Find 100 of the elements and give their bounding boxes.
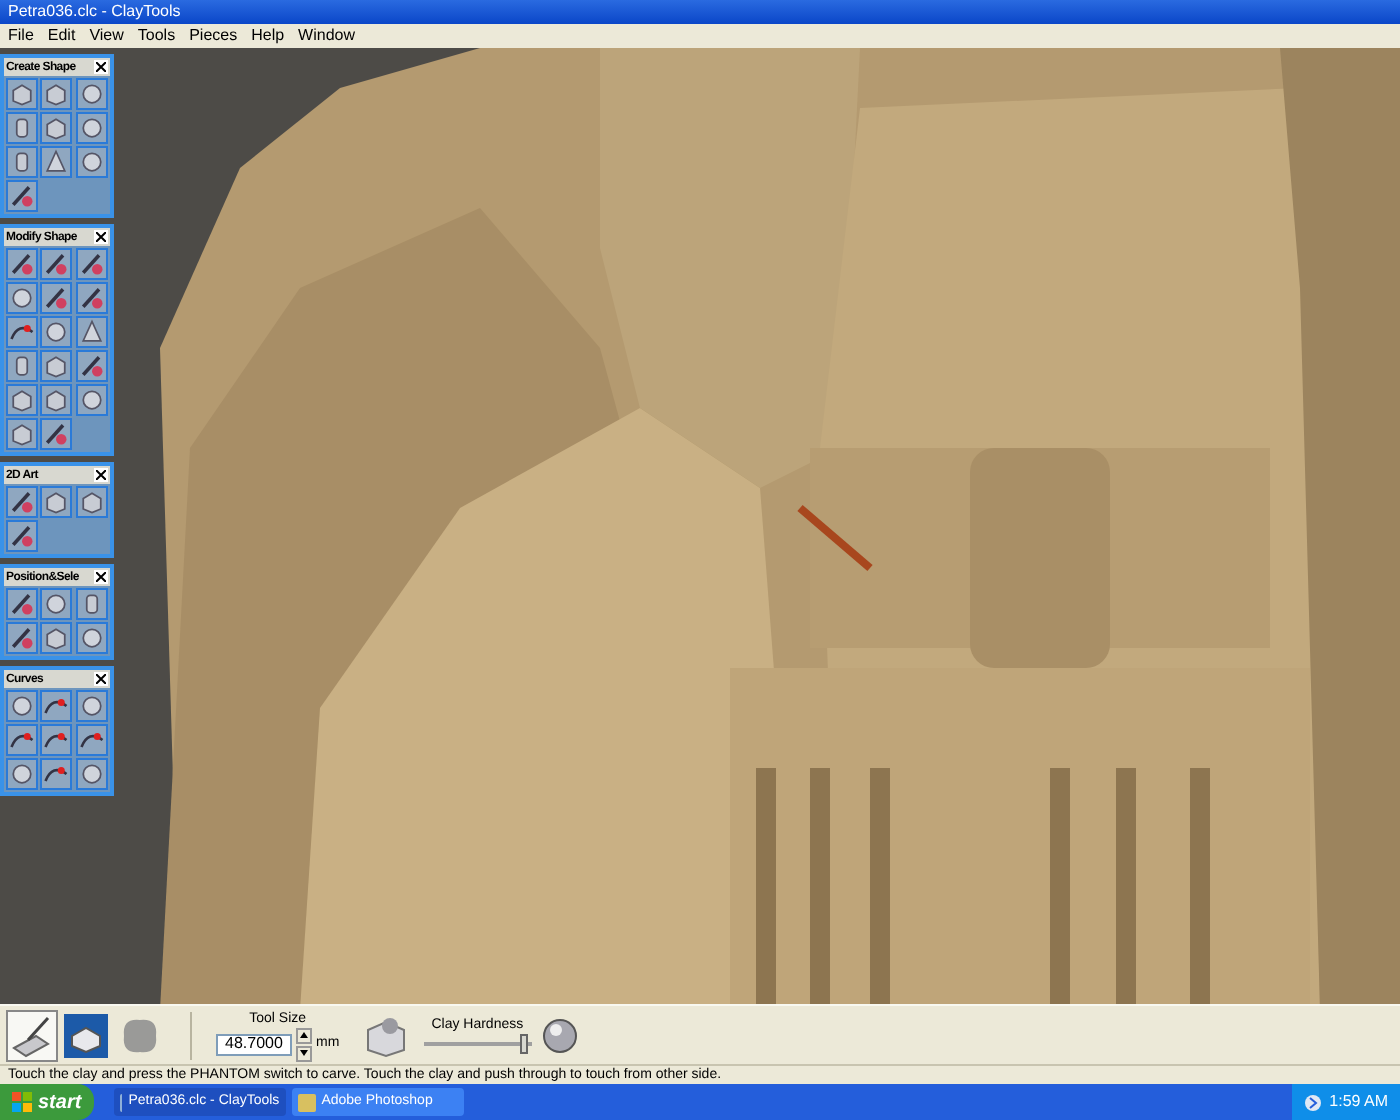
sphere-icon bbox=[8, 692, 36, 720]
cube-icon bbox=[8, 386, 36, 414]
brush-icon bbox=[77, 352, 106, 380]
tool-button[interactable] bbox=[6, 146, 38, 178]
start-button[interactable]: start bbox=[0, 1084, 94, 1120]
clay-hardness-slider[interactable] bbox=[423, 1034, 532, 1054]
tool-button[interactable] bbox=[6, 282, 38, 314]
tool-button[interactable] bbox=[75, 146, 108, 178]
tray-icon bbox=[1303, 1093, 1322, 1111]
sphere-icon bbox=[539, 1015, 580, 1055]
menu-item[interactable]: Edit bbox=[47, 28, 76, 44]
tool-button[interactable] bbox=[75, 486, 108, 518]
mode-button[interactable] bbox=[6, 1009, 58, 1061]
tool-button[interactable] bbox=[6, 180, 38, 212]
brush-icon bbox=[42, 420, 71, 448]
cube-icon bbox=[8, 80, 36, 108]
brush-icon bbox=[8, 182, 36, 210]
tool-button[interactable] bbox=[6, 418, 38, 450]
slider-thumb[interactable] bbox=[520, 1034, 529, 1054]
tool-button[interactable] bbox=[40, 350, 73, 382]
cube-icon bbox=[42, 386, 71, 414]
windows-logo-icon bbox=[12, 1092, 32, 1112]
tool-button[interactable] bbox=[6, 316, 38, 348]
tool-button[interactable] bbox=[40, 146, 73, 178]
sphere-icon bbox=[77, 80, 106, 108]
tool-button[interactable] bbox=[6, 588, 38, 620]
menu-item[interactable]: View bbox=[89, 28, 124, 44]
menu-item[interactable]: File bbox=[8, 28, 34, 44]
tool-button[interactable] bbox=[40, 758, 73, 790]
increment-button[interactable] bbox=[296, 1027, 312, 1043]
tool-button[interactable] bbox=[40, 78, 73, 110]
sphere-icon bbox=[8, 284, 36, 312]
menu-item[interactable]: Help bbox=[251, 28, 285, 44]
decrement-button[interactable] bbox=[296, 1045, 312, 1061]
tool-button[interactable] bbox=[75, 248, 108, 280]
menu-item[interactable]: Window bbox=[298, 28, 355, 44]
tool-button[interactable] bbox=[75, 758, 108, 790]
tool-button[interactable] bbox=[40, 588, 73, 620]
tool-button[interactable] bbox=[75, 78, 108, 110]
close-button[interactable] bbox=[94, 570, 108, 584]
cube-icon bbox=[42, 114, 71, 142]
close-button[interactable] bbox=[94, 672, 108, 686]
tool-button[interactable] bbox=[6, 690, 38, 722]
menu-item[interactable]: Pieces bbox=[189, 28, 238, 44]
sphere-icon bbox=[8, 760, 36, 788]
mode-button[interactable] bbox=[60, 1009, 112, 1061]
tool-button[interactable] bbox=[40, 316, 73, 348]
tool-button[interactable] bbox=[40, 622, 73, 654]
close-icon bbox=[96, 62, 106, 72]
sphere-icon bbox=[77, 114, 106, 142]
sphere-icon bbox=[42, 590, 71, 618]
clock: 1:59 AM bbox=[1329, 1090, 1388, 1114]
tool-button[interactable] bbox=[6, 248, 38, 280]
tool-button[interactable] bbox=[6, 724, 38, 756]
close-icon bbox=[96, 232, 106, 242]
menu-item[interactable]: Tools bbox=[137, 28, 176, 44]
tool-button[interactable] bbox=[6, 78, 38, 110]
tool-button[interactable] bbox=[75, 350, 108, 382]
tool-button[interactable] bbox=[75, 724, 108, 756]
tool-button[interactable] bbox=[75, 622, 108, 654]
brush-icon bbox=[42, 284, 71, 312]
tool-button[interactable] bbox=[40, 282, 73, 314]
tool-button[interactable] bbox=[6, 384, 38, 416]
tool-button[interactable] bbox=[75, 112, 108, 144]
tool-button[interactable] bbox=[40, 248, 73, 280]
tool-button[interactable] bbox=[40, 690, 73, 722]
tool-button[interactable] bbox=[6, 622, 38, 654]
tool-button[interactable] bbox=[6, 112, 38, 144]
tool-button[interactable] bbox=[75, 384, 108, 416]
tool-button[interactable] bbox=[40, 724, 73, 756]
tool-button[interactable] bbox=[40, 112, 73, 144]
cube-icon bbox=[42, 80, 71, 108]
tool-button[interactable] bbox=[40, 384, 73, 416]
tool-button[interactable] bbox=[40, 486, 73, 518]
sphere-icon bbox=[77, 148, 106, 176]
tool-button[interactable] bbox=[6, 350, 38, 382]
tool-button[interactable] bbox=[75, 282, 108, 314]
tool-button[interactable] bbox=[75, 316, 108, 348]
tool-button[interactable] bbox=[6, 486, 38, 518]
cone-icon bbox=[42, 148, 71, 176]
down-arrow-icon bbox=[300, 1050, 308, 1056]
cube-icon bbox=[62, 1011, 110, 1059]
window-title: Petra036.clc - ClayTools bbox=[8, 4, 181, 20]
sphere-icon bbox=[77, 386, 106, 414]
cube-icon bbox=[42, 488, 71, 516]
sphere-icon bbox=[42, 318, 71, 346]
cone-icon bbox=[77, 318, 106, 346]
tool-button[interactable] bbox=[75, 690, 108, 722]
cube-icon bbox=[42, 624, 71, 652]
up-arrow-icon bbox=[300, 1032, 308, 1038]
tool-button[interactable] bbox=[6, 520, 38, 552]
brush-icon bbox=[8, 250, 36, 278]
close-button[interactable] bbox=[94, 230, 108, 244]
tool-size-field[interactable]: 48.7000 bbox=[216, 1033, 292, 1055]
close-icon bbox=[96, 674, 106, 684]
tool-button[interactable] bbox=[6, 758, 38, 790]
tool-button[interactable] bbox=[40, 418, 73, 450]
tool-button[interactable] bbox=[75, 588, 108, 620]
close-button[interactable] bbox=[94, 60, 108, 74]
close-button[interactable] bbox=[94, 468, 108, 482]
